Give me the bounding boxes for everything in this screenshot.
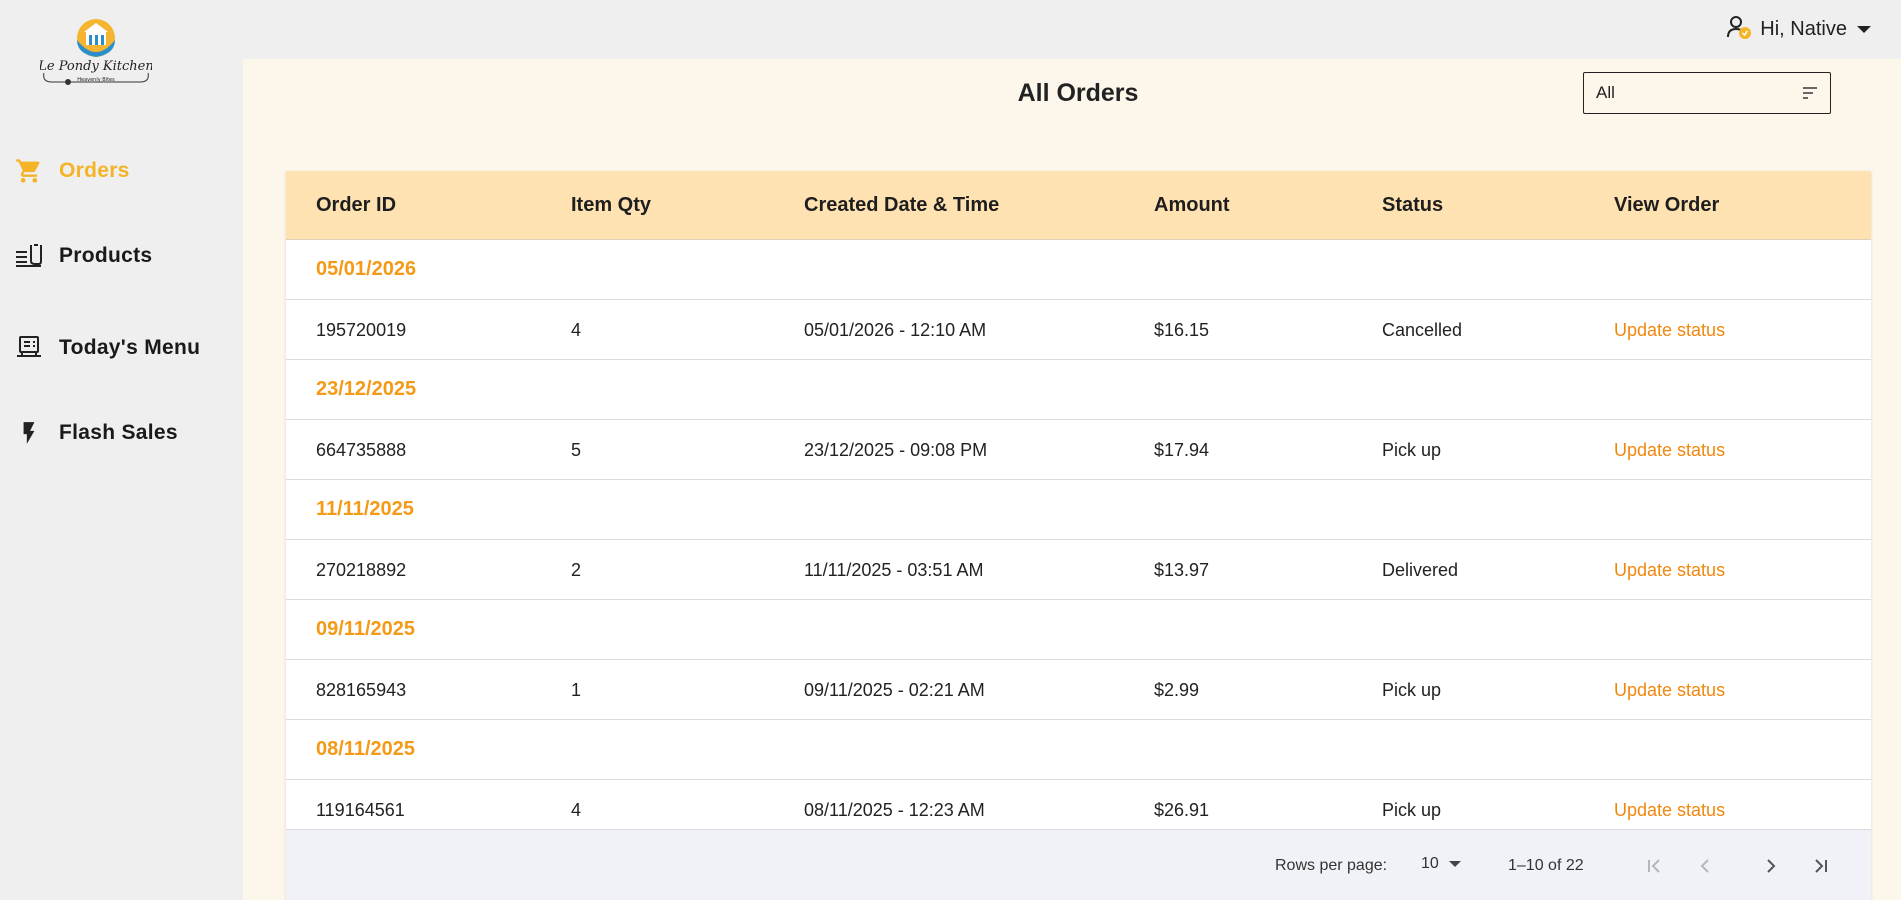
sidebar-item-orders[interactable]: Orders [14,156,130,186]
rows-per-page-label: Rows per page: [1275,857,1388,874]
item-qty: 4 [571,800,582,820]
next-page-button[interactable] [1757,852,1785,880]
column-header-amount: Amount [1154,193,1230,216]
status: Cancelled [1382,320,1463,340]
orders-table: Order ID Item Qty Created Date & Time Am… [286,171,1871,900]
sidebar: Le Pondy Kitchen Heavenly Bites Orders P… [0,0,243,900]
cart-icon [14,156,44,186]
brand-tagline: Heavenly Bites [77,77,115,83]
table-row: 828165943 1 09/11/2025 - 02:21 AM $2.99 … [286,660,1871,720]
table-row: 195720019 4 05/01/2026 - 12:10 AM $16.15… [286,300,1871,360]
update-status-link[interactable]: Update status [1614,560,1725,581]
chevron-left-icon [1700,859,1709,873]
date-group-row: 23/12/2025 [286,360,1871,420]
chevron-down-icon [1857,26,1871,33]
group-date: 23/12/2025 [316,378,417,400]
order-id: 828165943 [316,680,407,700]
column-header-created: Created Date & Time [804,193,1000,216]
order-id: 664735888 [316,440,407,460]
update-status-link[interactable]: Update status [1614,320,1725,341]
created-datetime: 09/11/2025 - 02:21 AM [804,680,985,700]
amount: $26.91 [1154,800,1210,820]
pagination-range: 1–10 of 22 [1508,857,1584,874]
sidebar-item-label: Products [59,244,153,267]
sort-icon [1802,86,1818,105]
previous-page-button[interactable] [1691,852,1719,880]
group-date: 08/11/2025 [316,738,415,760]
column-header-order-id: Order ID [316,193,397,216]
item-qty: 2 [571,560,582,580]
item-qty: 1 [571,680,582,700]
products-icon [14,241,44,271]
created-datetime: 05/01/2026 - 12:10 AM [804,320,987,340]
first-page-icon [1648,859,1660,873]
order-id: 195720019 [316,320,407,340]
status-filter-select[interactable]: All [1583,72,1831,114]
table-row: 270218892 2 11/11/2025 - 03:51 AM $13.97… [286,540,1871,600]
update-status-link[interactable]: Update status [1614,800,1725,821]
group-date: 11/11/2025 [316,498,414,520]
sidebar-item-flash-sales[interactable]: Flash Sales [14,418,178,448]
brand-name: Le Pondy Kitchen [40,59,152,74]
rows-per-page-value: 10 [1421,855,1439,872]
created-datetime: 23/12/2025 - 09:08 PM [804,440,988,460]
amount: $2.99 [1154,680,1200,700]
user-icon [1726,14,1752,45]
column-header-status: Status [1382,193,1444,216]
status: Pick up [1382,800,1442,820]
group-date: 09/11/2025 [316,618,415,640]
column-header-item-qty: Item Qty [571,193,652,216]
chevron-down-icon [1448,861,1461,867]
item-qty: 4 [571,320,582,340]
table-row: 664735888 5 23/12/2025 - 09:08 PM $17.94… [286,420,1871,480]
sidebar-item-todays-menu[interactable]: Today's Menu [14,333,200,363]
group-date: 05/01/2026 [316,258,417,280]
created-datetime: 11/11/2025 - 03:51 AM [804,560,984,580]
amount: $13.97 [1154,560,1210,580]
flash-icon [14,418,44,448]
date-group-row: 05/01/2026 [286,240,1871,300]
sidebar-item-label: Today's Menu [59,336,201,359]
last-page-icon [1815,859,1827,873]
table-header: Order ID Item Qty Created Date & Time Am… [286,171,1871,240]
sidebar-item-label: Orders [59,159,130,182]
column-header-view-order: View Order [1614,193,1720,216]
menu-icon [14,333,44,363]
user-greeting: Hi, Native [1760,18,1847,40]
sidebar-item-products[interactable]: Products [14,241,152,271]
status: Delivered [1382,560,1459,580]
last-page-button[interactable] [1807,852,1835,880]
order-id: 119164561 [316,800,405,820]
chevron-right-icon [1767,859,1776,873]
rows-per-page-select[interactable]: 10 [1421,855,1461,873]
update-status-link[interactable]: Update status [1614,440,1725,461]
pagination-bar: Rows per page: 10 1–10 of 22 [286,829,1871,900]
brand-logo[interactable]: Le Pondy Kitchen Heavenly Bites [37,18,154,90]
filter-value: All [1596,83,1615,102]
item-qty: 5 [571,440,582,460]
user-menu[interactable]: Hi, Native [1726,14,1871,45]
date-group-row: 11/11/2025 [286,480,1871,540]
amount: $16.15 [1154,320,1210,340]
sidebar-item-label: Flash Sales [59,421,178,444]
status: Pick up [1382,440,1442,460]
topbar: Hi, Native [243,0,1901,59]
order-id: 270218892 [316,560,407,580]
date-group-row: 08/11/2025 [286,720,1871,780]
amount: $17.94 [1154,440,1210,460]
status: Pick up [1382,680,1442,700]
date-group-row: 09/11/2025 [286,600,1871,660]
first-page-button[interactable] [1640,852,1668,880]
update-status-link[interactable]: Update status [1614,680,1725,701]
created-datetime: 08/11/2025 - 12:23 AM [804,800,985,820]
main-content: All Orders All Order ID Item Qty Created… [243,59,1901,900]
